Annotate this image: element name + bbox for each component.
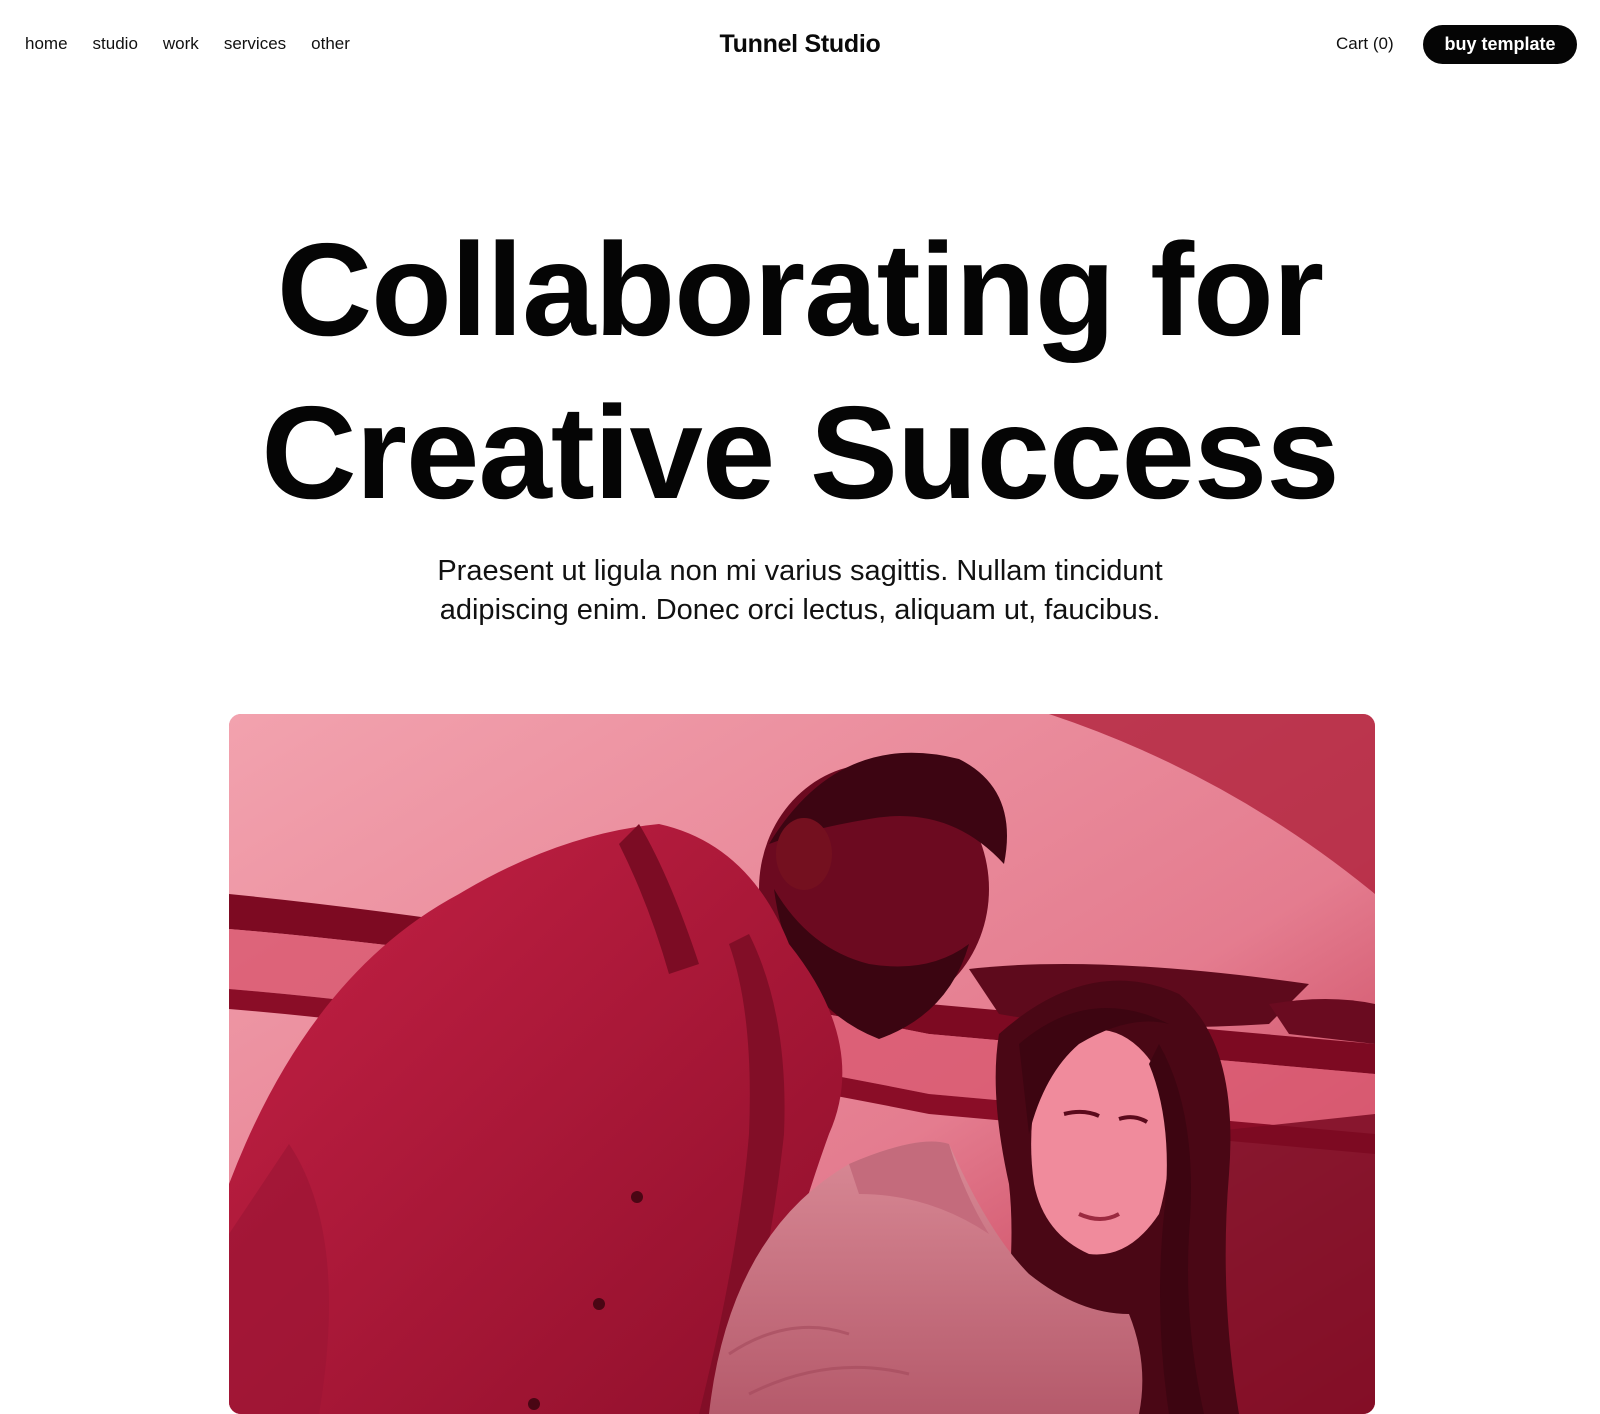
nav-link-home[interactable]: home (25, 34, 68, 54)
cart-count: (0) (1372, 34, 1394, 53)
hero-title-line-2: Creative Success (261, 379, 1339, 526)
nav-link-work[interactable]: work (163, 34, 199, 54)
site-header: home studio work services other Tunnel S… (0, 0, 1600, 90)
hero-subtitle-line-1: Praesent ut ligula non mi varius sagitti… (437, 555, 1163, 587)
hero-photo (229, 714, 1375, 1414)
cart-link[interactable]: Cart (0) (1336, 34, 1394, 54)
nav-link-services[interactable]: services (224, 34, 286, 54)
hero-subtitle: Praesent ut ligula non mi varius sagitti… (0, 552, 1600, 630)
hero-photo-illustration (229, 714, 1375, 1414)
hero-title: Collaborating for Creative Success (0, 208, 1600, 534)
nav-link-other[interactable]: other (311, 34, 350, 54)
brand-logo[interactable]: Tunnel Studio (720, 30, 881, 58)
nav-link-studio[interactable]: studio (93, 34, 138, 54)
hero-subtitle-line-2: adipiscing enim. Donec orci lectus, aliq… (439, 594, 1161, 626)
buy-template-button[interactable]: buy template (1423, 25, 1577, 64)
main-nav: home studio work services other (25, 34, 350, 54)
hero-title-line-1: Collaborating for (276, 216, 1324, 363)
cart-label: Cart (1336, 34, 1369, 53)
